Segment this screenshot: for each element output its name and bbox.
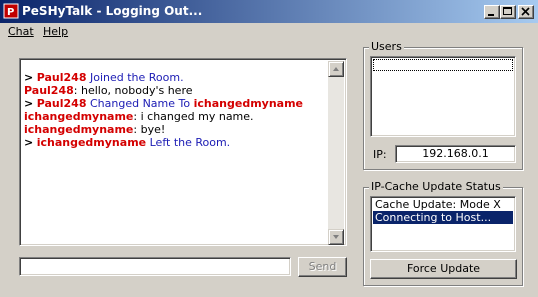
chat-text: Changed Name To [86, 97, 194, 110]
chat-scrollbar[interactable] [328, 61, 344, 245]
chat-nick: ichangedmyname [36, 136, 147, 149]
app-icon: P [3, 3, 19, 19]
minimize-icon [488, 14, 494, 16]
chat-line: ichangedmyname: i changed my name. [24, 110, 329, 123]
chat-line: > Paul248 Joined the Room. [24, 71, 329, 84]
close-icon [521, 7, 530, 16]
ip-field[interactable]: 192.168.0.1 [395, 145, 516, 163]
users-focus-outline [373, 59, 513, 71]
chat-line: ichangedmyname: bye! [24, 123, 329, 136]
chat-line: > ichangedmyname Left the Room. [24, 136, 329, 149]
scroll-up-button[interactable] [328, 61, 344, 77]
chat-nick: Paul248 [24, 84, 74, 97]
chat-log[interactable]: > Paul248 Joined the Room. Paul248: hello… [19, 58, 347, 246]
cache-status-item-selected[interactable]: Connecting to Host... [373, 211, 513, 224]
menu-help[interactable]: Help [43, 24, 68, 39]
chat-text: Joined the Room. [86, 71, 184, 84]
chat-marker: > [24, 97, 34, 110]
chat-text: : hello, nobody's here [73, 84, 193, 97]
message-input[interactable] [19, 257, 291, 276]
chat-marker: > [24, 136, 34, 149]
ip-label: IP: [373, 148, 387, 161]
cache-status-item[interactable]: Cache Update: Mode X [373, 198, 513, 211]
minimize-button[interactable] [484, 5, 500, 19]
chat-text: : bye! [133, 123, 166, 136]
chat-marker: > [24, 71, 34, 84]
users-group-label: Users [369, 40, 404, 53]
scroll-down-button[interactable] [328, 229, 344, 245]
menu-chat-label: Chat [8, 25, 34, 38]
chat-lines: > Paul248 Joined the Room. Paul248: hello… [24, 71, 329, 149]
chat-nick: ichangedmyname [24, 123, 134, 136]
window-title: PeSHyTalk - Logging Out... [22, 4, 203, 18]
close-button[interactable] [518, 5, 534, 19]
chat-text: : i changed my name. [133, 110, 254, 123]
cache-group-label: IP-Cache Update Status [369, 180, 503, 193]
title-bar[interactable]: P PeSHyTalk - Logging Out... [0, 0, 538, 23]
force-update-button[interactable]: Force Update [370, 259, 517, 279]
chat-nick-new: ichangedmyname [193, 97, 304, 110]
menu-chat[interactable]: Chat [8, 24, 34, 39]
arrow-up-icon [333, 67, 339, 71]
maximize-button[interactable] [500, 5, 516, 19]
chat-text: Left the Room. [146, 136, 231, 149]
send-button[interactable]: Send [298, 257, 347, 277]
chat-line: Paul248: hello, nobody's here [24, 84, 329, 97]
arrow-down-icon [333, 235, 339, 239]
svg-text:P: P [7, 7, 14, 18]
chat-nick: Paul248 [36, 71, 87, 84]
chat-nick: Paul248 [36, 97, 87, 110]
maximize-icon [503, 7, 512, 15]
chat-line: > Paul248 Changed Name To ichangedmyname [24, 97, 329, 110]
menu-help-label: Help [43, 25, 69, 38]
chat-nick: ichangedmyname [24, 110, 134, 123]
